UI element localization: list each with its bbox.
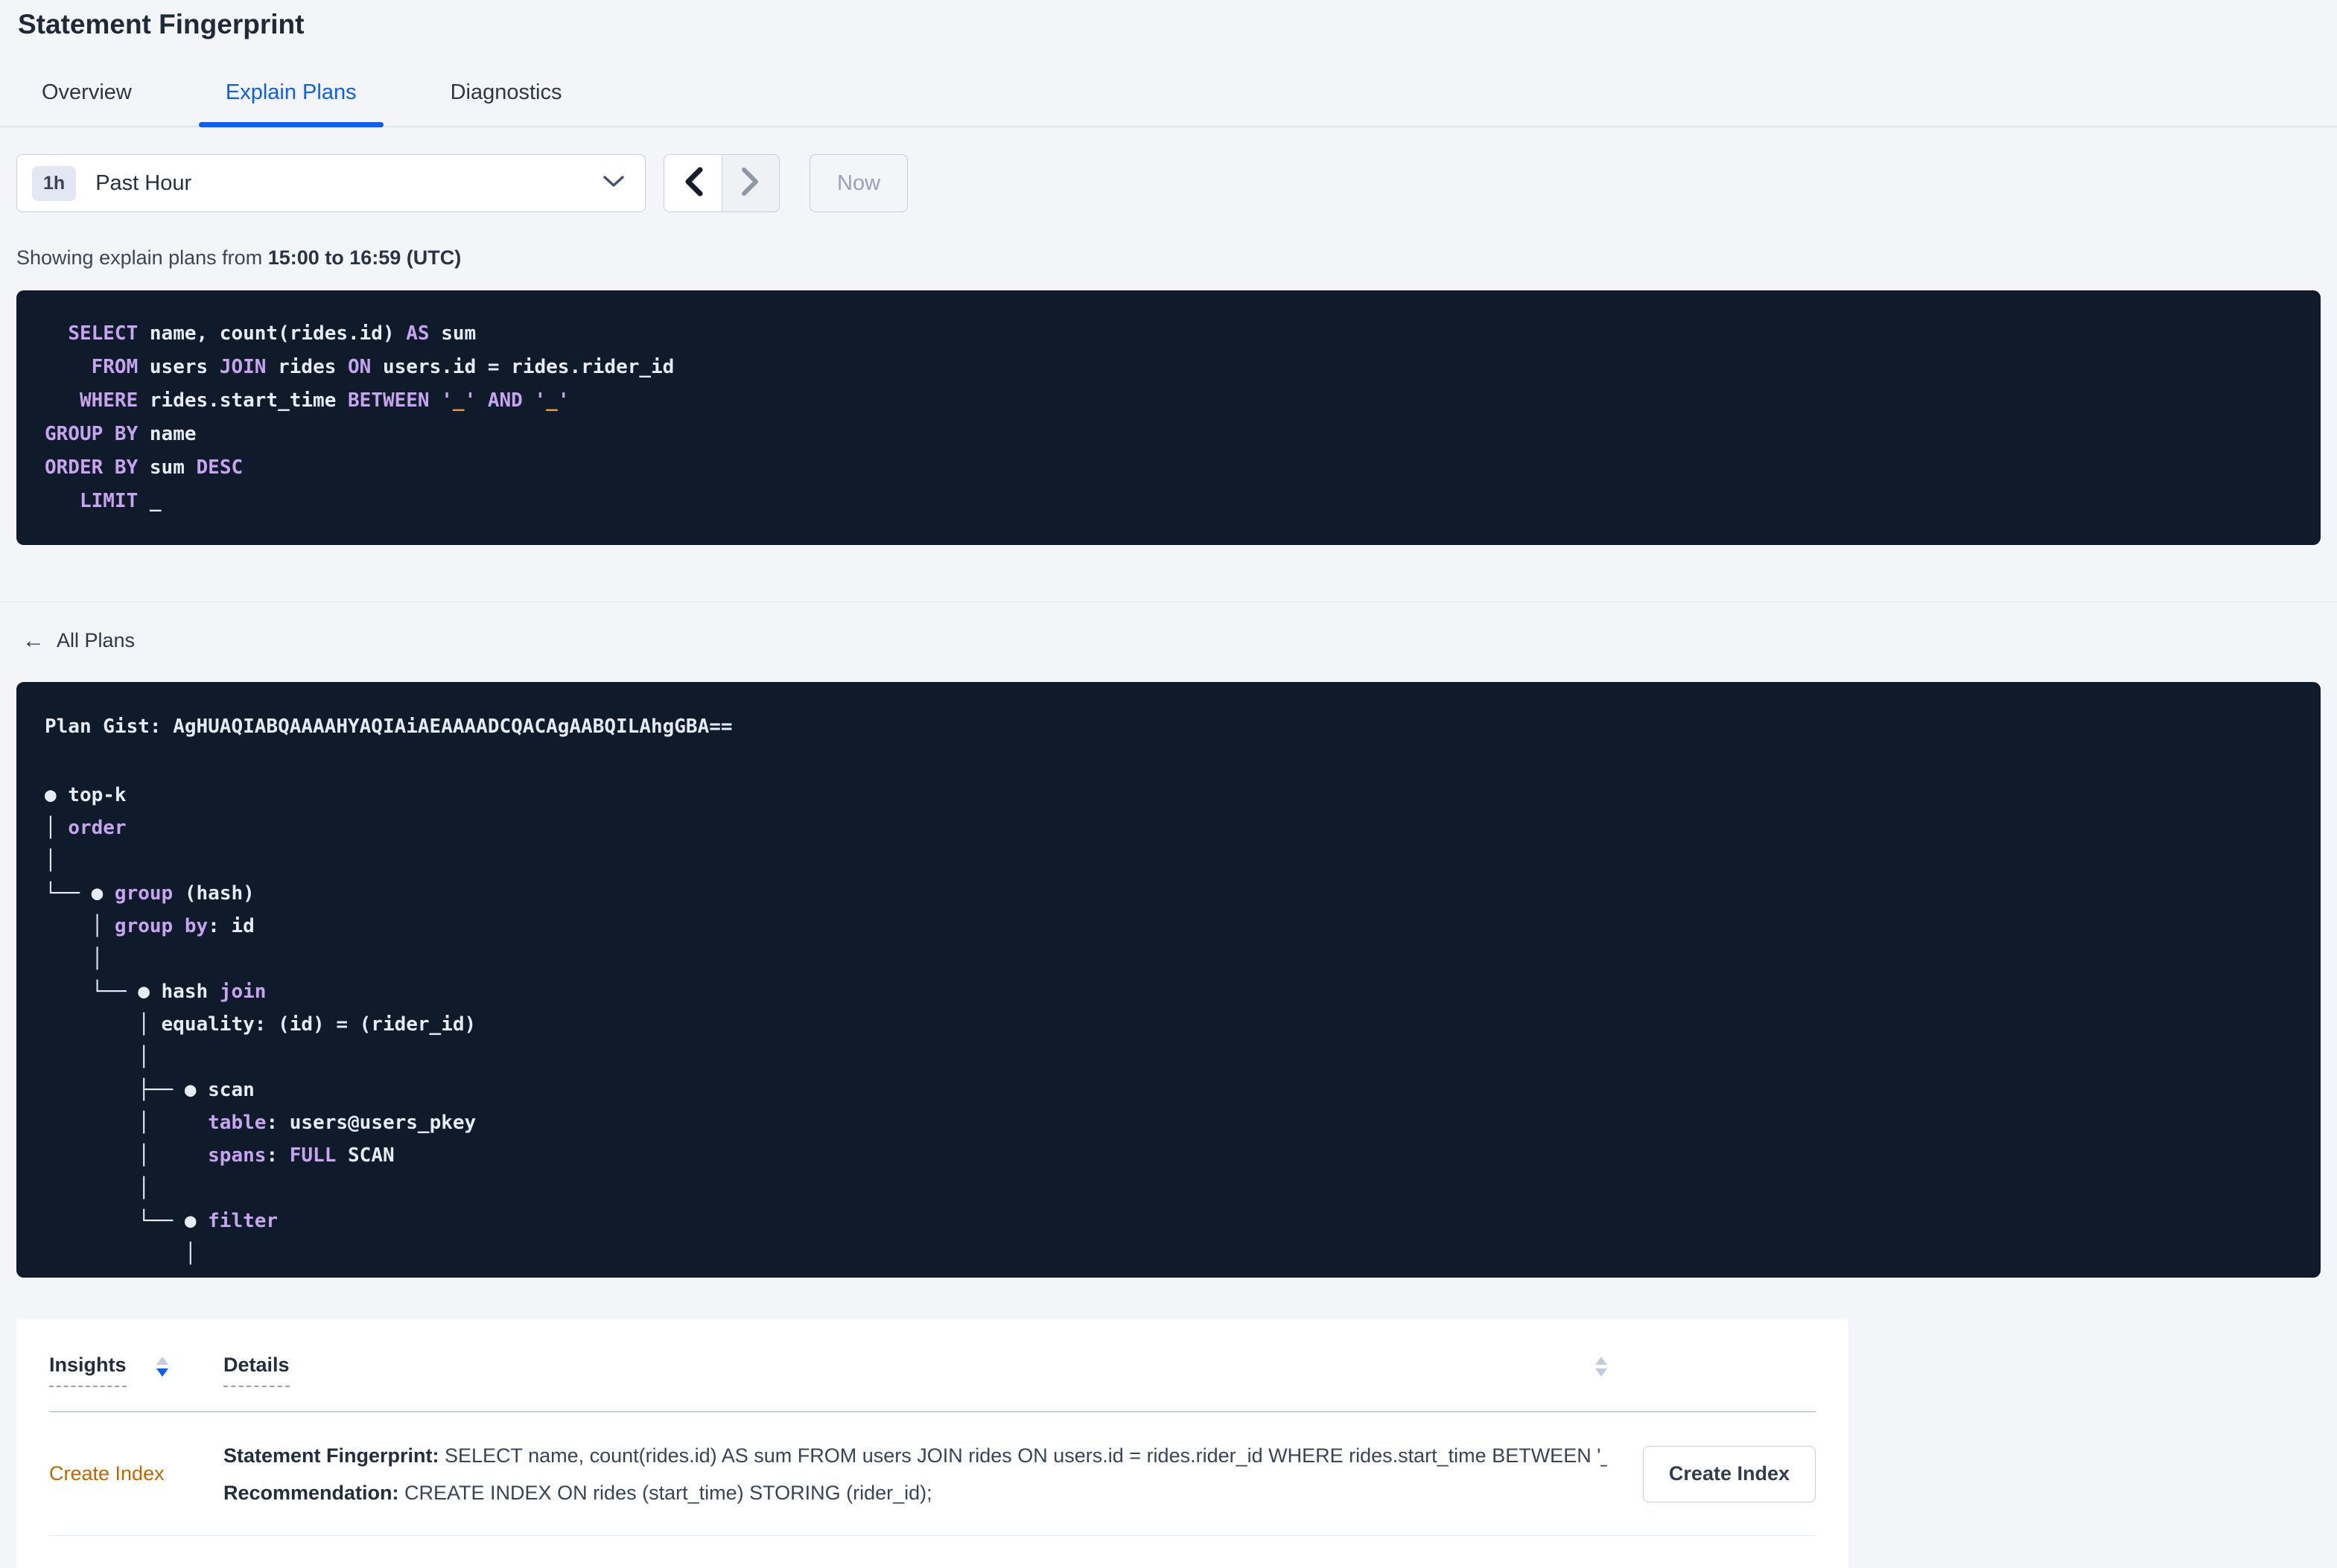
time-range-badge: 1h	[32, 165, 77, 201]
details-column-header: Details	[223, 1354, 1629, 1387]
insights-column-header: Insights	[49, 1354, 223, 1387]
all-plans-back-link[interactable]: ← All Plans	[22, 629, 135, 652]
time-range-label: Past Hour	[95, 170, 192, 195]
page-title: Statement Fingerprint	[18, 9, 305, 39]
all-plans-label: All Plans	[57, 629, 136, 651]
now-button[interactable]: Now	[810, 154, 909, 212]
action-cell: Create Index	[1629, 1445, 1816, 1502]
time-step-buttons	[664, 154, 780, 212]
insights-table-header: Insights Details	[49, 1319, 1816, 1412]
sort-icon[interactable]	[1595, 1357, 1607, 1377]
details-cell: Statement Fingerprint: SELECT name, coun…	[223, 1437, 1629, 1511]
time-range-dropdown[interactable]: 1h Past Hour	[16, 154, 646, 212]
sql-code: SELECT name, count(rides.id) AS sum FROM…	[45, 322, 675, 512]
chevron-left-icon	[684, 166, 703, 201]
caption-time-range: 15:00 to 16:59 (UTC)	[267, 246, 462, 269]
statement-sql-card: SELECT name, count(rides.id) AS sum FROM…	[16, 290, 2321, 545]
sort-icon[interactable]	[156, 1357, 168, 1377]
tab-bar: Overview Explain Plans Diagnostics	[0, 80, 2337, 127]
recommendation-line: Recommendation: CREATE INDEX ON rides (s…	[223, 1481, 932, 1504]
create-index-link[interactable]: Create Index	[49, 1462, 223, 1485]
tab-explain-plans[interactable]: Explain Plans	[198, 80, 384, 127]
previous-interval-button[interactable]	[664, 155, 722, 211]
next-interval-button[interactable]	[722, 155, 779, 211]
plan-gist-line: Plan Gist: AgHUAQIABQAAAAHYAQIAiAEAAAADC…	[45, 716, 733, 738]
plan-tree: ● top-k │ order │ └── ● group (hash) │ grou…	[45, 784, 477, 1265]
chevron-down-icon	[603, 175, 624, 191]
table-row: Create Index Statement Fingerprint: SELE…	[49, 1412, 1816, 1536]
details-column-label[interactable]: Details	[223, 1354, 290, 1387]
tab-overview[interactable]: Overview	[15, 80, 159, 126]
statement-fingerprint-line: Statement Fingerprint: SELECT name, coun…	[223, 1444, 1607, 1467]
insights-column-label[interactable]: Insights	[49, 1354, 127, 1387]
showing-plans-caption: Showing explain plans from 15:00 to 16:5…	[16, 246, 462, 269]
insights-table: Insights Details Create Index Statement …	[16, 1319, 1848, 1568]
time-controls: 1h Past Hour Now	[16, 154, 2337, 212]
plan-gist-value: AgHUAQIABQAAAAHYAQIAiAEAAAADCQACAgAABQIL…	[173, 716, 733, 738]
tab-diagnostics[interactable]: Diagnostics	[424, 80, 589, 126]
plan-gist-card: Plan Gist: AgHUAQIABQAAAAHYAQIAiAEAAAADC…	[16, 682, 2321, 1278]
create-index-button[interactable]: Create Index	[1642, 1445, 1816, 1502]
chevron-right-icon	[741, 166, 760, 201]
back-arrow-icon: ←	[22, 628, 45, 653]
